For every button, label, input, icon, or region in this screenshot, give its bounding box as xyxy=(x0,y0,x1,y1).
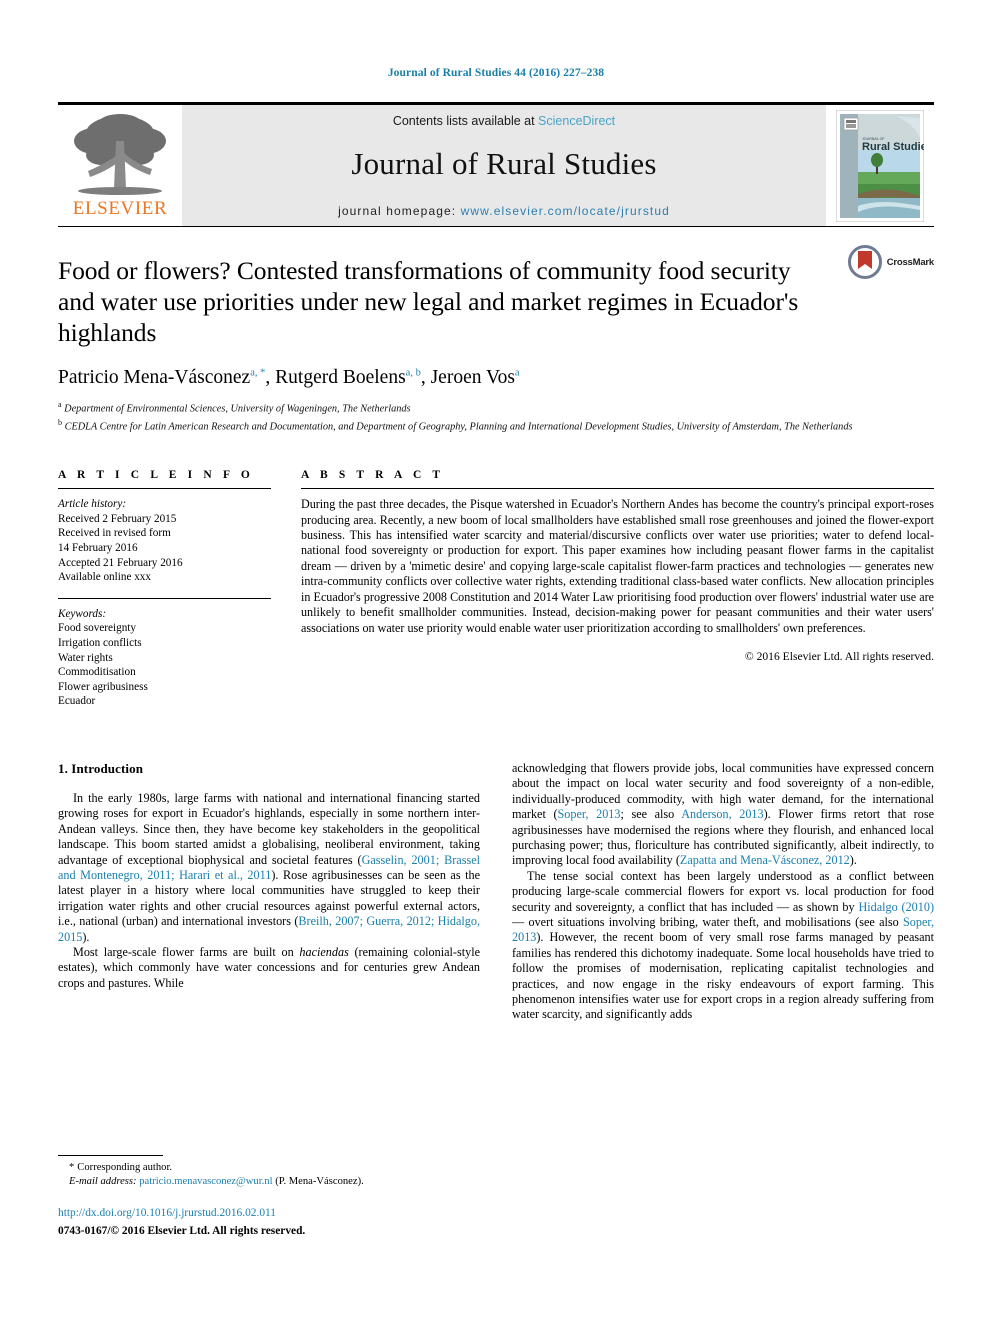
corresponding-author-text: Corresponding author. xyxy=(77,1162,173,1173)
keyword-item: Ecuador xyxy=(58,695,96,708)
crossmark-badge[interactable]: CrossMark xyxy=(847,245,935,279)
citation-link[interactable]: Soper, 2013 xyxy=(558,807,621,821)
footnote-area: * Corresponding author. E-mail address: p… xyxy=(58,1155,479,1239)
contents-available-line: Contents lists available at ScienceDirec… xyxy=(393,114,615,128)
title-block: CrossMark Food or flowers? Contested tra… xyxy=(58,226,934,433)
article-history-label: Article history: xyxy=(58,498,127,511)
citation-link[interactable]: Hidalgo (2010) xyxy=(858,900,934,914)
divider xyxy=(58,488,271,490)
journal-title: Journal of Rural Studies xyxy=(351,146,657,181)
article-history-item: Accepted 21 February 2016 xyxy=(58,556,183,569)
text-run: ). xyxy=(82,929,90,944)
doi-block: http://dx.doi.org/10.1016/j.jrurstud.201… xyxy=(58,1206,479,1239)
keyword-item: Food sovereignty xyxy=(58,622,136,635)
affiliation-list: a Department of Environmental Sciences, … xyxy=(58,398,934,433)
body-column-right: acknowledging that flowers provide jobs,… xyxy=(512,761,934,1023)
paragraph: The tense social context has been largel… xyxy=(512,869,934,1023)
author-name: Patricio Mena-Vásconez xyxy=(58,367,251,388)
elsevier-wordmark: ELSEVIER xyxy=(72,198,168,219)
contents-prefix: Contents lists available at xyxy=(392,114,539,128)
footnote-divider xyxy=(58,1155,163,1156)
emphasis-text: haciendas xyxy=(299,945,349,960)
author-list: Patricio Mena-Vásconeza, *, Rutgerd Boel… xyxy=(58,367,520,388)
running-head: Journal of Rural Studies 44 (2016) 227–2… xyxy=(387,67,605,79)
author-name: Jeroen Vos xyxy=(430,367,515,388)
keyword-item: Water rights xyxy=(58,651,113,664)
elsevier-logo: ELSEVIER xyxy=(58,105,182,226)
paragraph: acknowledging that flowers provide jobs,… xyxy=(512,761,934,869)
article-history-item: Available online xxx xyxy=(58,571,151,584)
email-link[interactable]: patricio.menavasconez@wur.nl xyxy=(139,1176,272,1187)
keywords-label: Keywords: xyxy=(58,607,107,620)
homepage-url-link[interactable]: www.elsevier.com/locate/jrurstud xyxy=(461,204,670,218)
article-page: Journal of Rural Studies 44 (2016) 227–2… xyxy=(0,0,992,1323)
paragraph: In the early 1980s, large farms with nat… xyxy=(58,791,480,945)
divider xyxy=(58,597,271,599)
citation-link[interactable]: Anderson, 2013 xyxy=(681,807,763,821)
article-info-heading: A R T I C L E I N F O xyxy=(58,469,254,482)
email-note: E-mail address: patricio.menavasconez@wu… xyxy=(58,1175,479,1189)
text-run: ). However, the recent boom of very smal… xyxy=(512,930,934,1022)
affiliation-text: Department of Environmental Sciences, Un… xyxy=(64,403,411,415)
info-abstract-block: A R T I C L E I N F O Article history: R… xyxy=(58,469,934,709)
author-affil-mark[interactable]: a, b xyxy=(406,368,421,379)
citation-link[interactable]: Zapatta and Mena-Vásconez, 2012 xyxy=(680,853,850,867)
crossmark-label: CrossMark xyxy=(886,256,935,268)
page-title: Food or flowers? Contested transformatio… xyxy=(58,256,799,347)
elsevier-tree-icon xyxy=(74,114,166,195)
journal-masthead: ELSEVIER Contents lists available at Sci… xyxy=(58,102,934,226)
text-run: — overt situations involving bribing, wa… xyxy=(512,915,903,930)
affiliation-mark: a xyxy=(58,400,62,409)
author-affil-mark[interactable]: a xyxy=(515,368,520,379)
doi-link[interactable]: http://dx.doi.org/10.1016/j.jrurstud.201… xyxy=(58,1206,479,1221)
article-info-column: A R T I C L E I N F O Article history: R… xyxy=(58,469,271,709)
article-history-item: 14 February 2016 xyxy=(58,542,138,555)
text-run: ). xyxy=(849,853,857,868)
cover-title: Rural Studies xyxy=(862,141,924,153)
journal-cover-image: JOURNAL OF Rural Studies xyxy=(836,109,924,222)
copyright-line: © 2016 Elsevier Ltd. All rights reserved… xyxy=(744,649,934,663)
author-name: Rutgerd Boelens xyxy=(275,367,406,388)
abstract-text: During the past three decades, the Pisqu… xyxy=(301,497,934,635)
journal-homepage-line: journal homepage: www.elsevier.com/locat… xyxy=(338,204,670,218)
homepage-prefix: journal homepage: xyxy=(338,204,461,218)
affiliation-item: a Department of Environmental Sciences, … xyxy=(58,398,934,416)
author-affil-mark[interactable]: a, * xyxy=(250,368,265,379)
text-run: ; see also xyxy=(620,807,682,822)
sciencedirect-banner: Contents lists available at ScienceDirec… xyxy=(182,105,826,226)
corresponding-author-marker: * xyxy=(69,1162,75,1173)
affiliation-text: CEDLA Centre for Latin American Research… xyxy=(64,421,853,433)
email-owner: (P. Mena-Vásconez). xyxy=(275,1176,364,1187)
article-history-item: Received in revised form xyxy=(58,527,171,540)
text-run: Most large-scale flower farms are built … xyxy=(73,945,300,960)
affiliation-mark: b xyxy=(58,417,62,427)
keyword-item: Commoditisation xyxy=(58,666,136,679)
divider xyxy=(301,488,934,490)
corresponding-author-note: * Corresponding author. xyxy=(58,1161,479,1175)
journal-cover-thumbnail[interactable]: JOURNAL OF Rural Studies xyxy=(826,105,934,226)
issn-copyright-line: 0743-0167/© 2016 Elsevier Ltd. All right… xyxy=(58,1225,306,1237)
crossmark-icon xyxy=(847,245,882,279)
abstract-heading: A B S T R A C T xyxy=(301,469,445,482)
email-label: E-mail address: xyxy=(69,1176,137,1187)
article-history-item: Received 2 February 2015 xyxy=(58,512,177,525)
paragraph: Most large-scale flower farms are built … xyxy=(58,945,480,991)
affiliation-item: b CEDLA Centre for Latin American Resear… xyxy=(58,416,934,434)
body-columns: 1. Introduction In the early 1980s, larg… xyxy=(58,761,934,1023)
section-heading-introduction: 1. Introduction xyxy=(58,760,144,776)
abstract-column: A B S T R A C T During the past three de… xyxy=(301,469,934,709)
body-column-left: 1. Introduction In the early 1980s, larg… xyxy=(58,761,480,1023)
sciencedirect-link[interactable]: ScienceDirect xyxy=(538,114,615,128)
keyword-item: Flower agribusiness xyxy=(58,680,148,693)
keyword-item: Irrigation conflicts xyxy=(58,637,142,649)
